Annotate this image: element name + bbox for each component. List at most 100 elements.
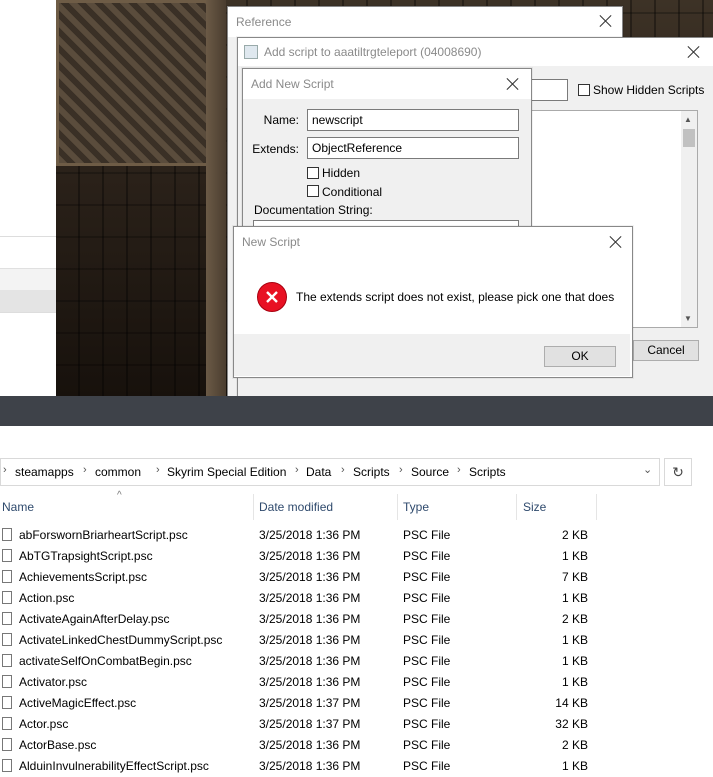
file-row[interactable]: ActivateLinkedChestDummyScript.psc 3/25/2… (0, 630, 713, 651)
file-row[interactable]: ActiveMagicEffect.psc 3/25/2018 1:37 PM PS… (0, 693, 713, 714)
close-icon[interactable] (686, 44, 702, 60)
file-date: 3/25/2018 1:36 PM (259, 675, 361, 689)
breadcrumb-item[interactable]: Scripts (469, 465, 506, 479)
app-icon (244, 45, 258, 59)
hidden-checkbox[interactable] (307, 167, 319, 179)
column-divider[interactable] (596, 494, 597, 520)
file-size: 2 KB (561, 612, 588, 626)
chevron-right-icon: › (295, 464, 299, 476)
file-row[interactable]: abForswornBriarheartScript.psc 3/25/2018 … (0, 525, 713, 546)
file-icon (2, 738, 12, 751)
file-date: 3/25/2018 1:37 PM (259, 696, 361, 710)
show-hidden-checkbox[interactable] (578, 84, 590, 96)
file-name: abForswornBriarheartScript.psc (19, 528, 188, 542)
conditional-checkbox[interactable] (307, 185, 319, 197)
scroll-up-icon[interactable]: ▲ (684, 115, 692, 124)
file-type: PSC File (403, 528, 451, 542)
cancel-button[interactable]: Cancel (633, 340, 699, 361)
chevron-right-icon: › (341, 464, 345, 476)
breadcrumb-item[interactable]: Skyrim Special Edition (167, 465, 286, 479)
refresh-icon[interactable]: ↻ (664, 458, 692, 486)
file-row[interactable]: AbTGTrapsightScript.psc 3/25/2018 1:36 PM… (0, 546, 713, 567)
file-row[interactable]: ActivateAgainAfterDelay.psc 3/25/2018 1:3… (0, 609, 713, 630)
add-script-dialog-title: Add script to aaatiltrgteleport (0400869… (238, 38, 713, 66)
file-row[interactable]: activateSelfOnCombatBegin.psc 3/25/2018 1… (0, 651, 713, 672)
file-size: 1 KB (561, 759, 588, 773)
file-name: AbTGTrapsightScript.psc (19, 549, 153, 563)
file-icon (2, 612, 12, 625)
column-header-type[interactable]: Type (403, 500, 429, 514)
file-name: AchievementsScript.psc (19, 570, 148, 584)
conditional-label: Conditional (322, 185, 383, 199)
file-row[interactable]: Activator.psc 3/25/2018 1:36 PM PSC File 1 … (0, 672, 713, 693)
extends-label: Extends: (252, 142, 299, 156)
file-date: 3/25/2018 1:36 PM (259, 549, 361, 563)
column-divider[interactable] (397, 494, 398, 520)
breadcrumb-item[interactable]: Source (411, 465, 449, 479)
file-type: PSC File (403, 675, 451, 689)
file-row[interactable]: Actor.psc 3/25/2018 1:37 PM PSC File 32 KB (0, 714, 713, 735)
file-name: ActiveMagicEffect.psc (19, 696, 137, 710)
file-type: PSC File (403, 696, 451, 710)
file-type: PSC File (403, 738, 451, 752)
file-type: PSC File (403, 570, 451, 584)
breadcrumb-item[interactable]: Data (306, 465, 331, 479)
column-divider[interactable] (516, 494, 517, 520)
file-size: 2 KB (561, 738, 588, 752)
left-panel-row (0, 312, 56, 396)
file-name: Actor.psc (19, 717, 69, 731)
file-date: 3/25/2018 1:36 PM (259, 612, 361, 626)
left-panel-row (0, 268, 56, 291)
extends-field[interactable]: ObjectReference (307, 137, 519, 159)
file-row[interactable]: AchievementsScript.psc 3/25/2018 1:36 PM P… (0, 567, 713, 588)
column-header-size[interactable]: Size (523, 500, 546, 514)
close-icon[interactable] (608, 234, 624, 250)
breadcrumb-item[interactable]: Scripts (353, 465, 390, 479)
breadcrumb-item[interactable]: steamapps (15, 465, 74, 479)
file-date: 3/25/2018 1:36 PM (259, 633, 361, 647)
file-type: PSC File (403, 633, 451, 647)
chevron-right-icon: › (399, 464, 403, 476)
file-size: 1 KB (561, 654, 588, 668)
chevron-right-icon: › (3, 464, 7, 476)
left-panel-row (0, 290, 56, 312)
column-header-date[interactable]: Date modified (259, 500, 333, 514)
file-size: 1 KB (561, 675, 588, 689)
ok-button[interactable]: OK (544, 346, 616, 367)
file-type: PSC File (403, 612, 451, 626)
scroll-down-icon[interactable]: ▼ (684, 314, 692, 323)
file-name: ActivateAgainAfterDelay.psc (19, 612, 170, 626)
file-name: Activator.psc (19, 675, 88, 689)
file-type: PSC File (403, 717, 451, 731)
name-field[interactable]: newscript (307, 109, 519, 131)
close-icon[interactable] (505, 76, 521, 92)
add-new-script-dialog: Add New Script Name: newscript Extends: … (242, 68, 532, 240)
file-name: AlduinInvulnerabilityEffectScript.psc (19, 759, 209, 773)
reference-dialog-title: Reference (228, 7, 622, 37)
scrollbar[interactable]: ▲ ▼ (681, 111, 697, 327)
script-filter-input[interactable] (528, 79, 568, 101)
close-icon[interactable] (598, 13, 614, 29)
scroll-thumb[interactable] (683, 129, 695, 147)
column-divider[interactable] (253, 494, 254, 520)
error-dialog-title: New Script (234, 227, 632, 257)
doc-string-label: Documentation String: (254, 203, 373, 217)
file-date: 3/25/2018 1:36 PM (259, 570, 361, 584)
file-size: 2 KB (561, 528, 588, 542)
column-header-name[interactable]: Name (2, 500, 34, 514)
error-icon (257, 282, 287, 312)
file-row[interactable]: ActorBase.psc 3/25/2018 1:36 PM PSC File 2 … (0, 735, 713, 756)
file-date: 3/25/2018 1:36 PM (259, 591, 361, 605)
window-separator (0, 396, 713, 426)
hidden-label: Hidden (322, 166, 361, 180)
file-icon (2, 633, 12, 646)
address-bar[interactable]: › steamapps › common › Skyrim Special Ed… (0, 458, 660, 486)
breadcrumb-item[interactable]: common (95, 465, 141, 479)
file-row[interactable]: AlduinInvulnerabilityEffectScript.psc 3/2… (0, 756, 713, 777)
file-type: PSC File (403, 549, 451, 563)
chevron-down-icon[interactable]: ⌄ (643, 463, 652, 476)
add-new-script-title: Add New Script (243, 69, 531, 99)
file-name: Action.psc (19, 591, 75, 605)
chevron-right-icon: › (457, 464, 461, 476)
file-row[interactable]: Action.psc 3/25/2018 1:36 PM PSC File 1 KB (0, 588, 713, 609)
